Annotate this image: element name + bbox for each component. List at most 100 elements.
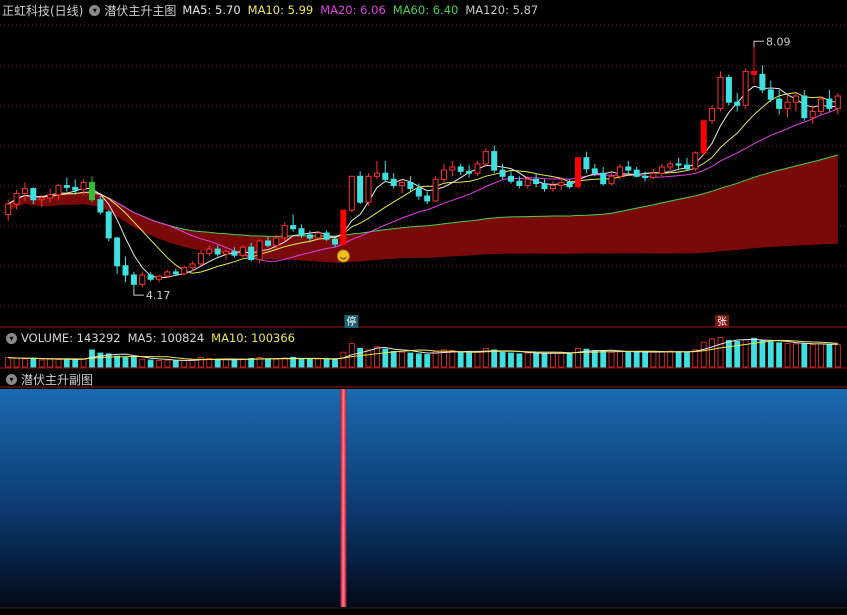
candle-body	[273, 237, 280, 246]
volume-bar	[784, 343, 791, 368]
volume-bar	[608, 351, 615, 368]
candle-body	[625, 166, 632, 171]
candle-body	[373, 172, 380, 177]
chart-canvas: 8.09 4.17 停 张	[0, 24, 847, 609]
volume-bar	[147, 359, 154, 368]
volume-menu-icon[interactable]: ▾	[6, 332, 17, 344]
candle-body	[290, 225, 297, 230]
high-pointer	[753, 40, 765, 48]
volume-bar	[508, 352, 514, 368]
candle-body	[818, 98, 824, 112]
volume-bar	[826, 344, 833, 368]
candle-body	[256, 240, 263, 260]
volume-bar	[47, 358, 53, 368]
candle-body	[700, 120, 707, 154]
volume-bar	[181, 360, 188, 368]
candle-body	[675, 163, 682, 166]
candle-body	[549, 185, 556, 190]
candle-body	[792, 95, 799, 103]
volume-bar	[499, 351, 506, 368]
volume-bar	[424, 354, 431, 368]
candle-body	[340, 209, 347, 245]
candle-body	[499, 169, 506, 177]
candle-body	[265, 240, 271, 246]
volume-bar	[30, 357, 37, 368]
candle-body	[600, 172, 607, 185]
candle-body	[650, 172, 657, 178]
candle-body	[390, 178, 397, 187]
volume-bar	[223, 359, 230, 368]
candle-body	[38, 197, 45, 201]
candle-body	[47, 194, 54, 199]
sub-header: ▾ 潜伏主升副图	[0, 370, 847, 388]
volume-bar	[692, 349, 699, 368]
sub-chart	[0, 389, 847, 609]
candle-body	[214, 248, 221, 255]
volume-bar	[550, 352, 556, 368]
candle-body	[172, 271, 179, 275]
high-label: 8.09	[766, 35, 791, 48]
candle-body	[21, 188, 28, 195]
candle-body	[63, 185, 70, 188]
candle-body	[491, 151, 498, 171]
band-fill	[8, 154, 838, 263]
candle-body	[684, 164, 690, 170]
ma60-label: MA60: 6.40	[392, 3, 459, 17]
candle-body	[80, 181, 87, 191]
ma5-label: MA5: 5.70	[182, 3, 241, 17]
low-label: 4.17	[146, 289, 171, 302]
ma10-label: MA10: 5.99	[247, 3, 314, 17]
candle-body	[709, 107, 716, 122]
candle-body	[365, 175, 372, 203]
volume-bar	[399, 351, 405, 368]
volume-bar	[122, 357, 129, 368]
volume-bar	[315, 358, 322, 368]
volume-bar	[466, 352, 473, 368]
ma120-label: MA120: 5.87	[465, 3, 539, 17]
volume-ma5: MA5: 100824	[127, 331, 205, 345]
volume-bar	[541, 353, 548, 368]
volume-bar	[281, 357, 288, 368]
volume-bar	[667, 350, 674, 368]
candle-body	[482, 151, 489, 165]
candle-body	[382, 172, 389, 180]
volume-bar	[273, 358, 280, 368]
volume-bar	[642, 352, 648, 368]
volume-bar	[793, 343, 799, 368]
volume-bar	[524, 352, 531, 368]
volume-bar	[675, 351, 682, 368]
volume-bar	[566, 352, 573, 368]
candle-body	[474, 163, 481, 174]
volume-bar	[373, 346, 380, 368]
candle-body	[5, 203, 12, 215]
volume-bar	[365, 349, 372, 368]
volume-bar	[164, 359, 171, 368]
volume-bar	[818, 343, 824, 368]
candle-body	[508, 175, 514, 182]
volume-bar	[650, 351, 657, 368]
candle-body	[332, 238, 338, 245]
candle-body	[692, 152, 699, 170]
candle-body	[466, 170, 473, 174]
smiley-icon	[336, 249, 350, 263]
candle-body	[181, 267, 188, 275]
candle-body	[164, 271, 171, 277]
indicator-menu-icon[interactable]: ▾	[89, 4, 101, 16]
candle-body	[231, 251, 238, 256]
candle-body	[801, 95, 808, 119]
candle-body	[558, 181, 565, 186]
rise-marker: 张	[717, 316, 727, 328]
candle-body	[357, 175, 364, 203]
candle-body	[223, 251, 230, 255]
volume-bar	[600, 350, 607, 368]
volume-bar	[809, 343, 816, 368]
candle-body	[432, 178, 439, 202]
ma-band	[8, 154, 838, 263]
candle-body	[30, 188, 37, 201]
volume-bar	[189, 359, 196, 368]
candle-body	[206, 248, 213, 254]
candle-body	[156, 275, 162, 280]
volume-bar	[21, 358, 28, 368]
sub-menu-icon[interactable]: ▾	[6, 373, 17, 385]
candle-body	[809, 111, 816, 119]
